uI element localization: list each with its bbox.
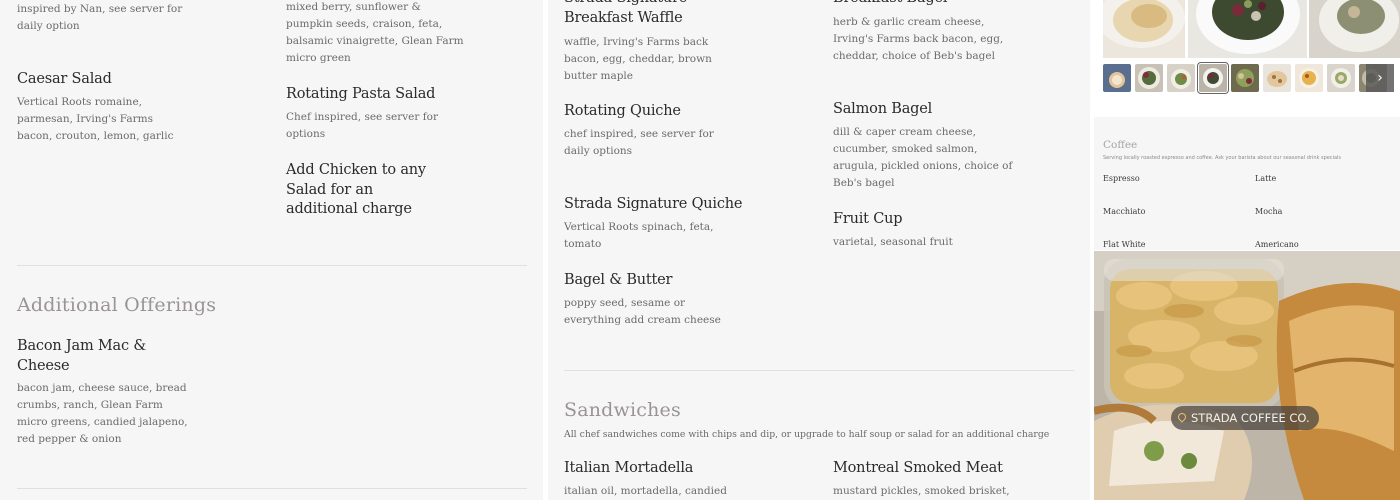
menu-panel-breakfast: Strada Signature Breakfast Waffle waffle… [548, 0, 1090, 500]
photo-gallery: › [1094, 0, 1400, 117]
section-divider [17, 488, 527, 489]
item-title-rotating-pasta-salad: Rotating Pasta Salad [286, 86, 436, 102]
item-desc-bacon-jam-mac: bacon jam, cheese sauce, bread crumbs, r… [17, 382, 188, 445]
gallery-thumb-8[interactable] [1327, 64, 1355, 92]
location-badge-label: STRADA COFFEE CO. [1191, 411, 1310, 425]
item-title-caesar-salad: Caesar Salad [17, 71, 112, 87]
gallery-thumb-6[interactable] [1263, 64, 1291, 92]
item-title-italian-mortadella: Italian Mortadella [564, 460, 694, 476]
chevron-right-icon[interactable]: › [1366, 64, 1394, 92]
gallery-thumb-1[interactable] [1103, 64, 1131, 92]
coffee-item: Mocha [1255, 207, 1283, 216]
coffee-item: Americano [1255, 240, 1299, 249]
item-title-signature-waffle: Strada Signature Breakfast Waffle [564, 0, 687, 26]
section-note-sandwiches: All chef sandwiches come with chips and … [564, 429, 1050, 440]
section-title-sandwiches: Sandwiches [564, 399, 681, 421]
item-title-fruit-cup: Fruit Cup [833, 211, 903, 227]
item-title-montreal-smoked-meat: Montreal Smoked Meat [833, 460, 1003, 476]
gallery-thumb-7[interactable] [1295, 64, 1323, 92]
coffee-item: Macchiato [1103, 207, 1146, 216]
item-desc-breakfast-bagel: herb & garlic cream cheese, Irving's Far… [833, 16, 1004, 62]
gallery-thumb-2[interactable] [1135, 64, 1163, 92]
section-title-additional-offerings: Additional Offerings [17, 294, 217, 316]
section-divider [17, 265, 527, 266]
item-title-signature-quiche: Strada Signature Quiche [564, 196, 743, 212]
section-divider [564, 370, 1074, 371]
item-title-add-chicken: Add Chicken to any Salad for an addition… [286, 162, 426, 217]
coffee-menu-card: Coffee Serving locally roasted espresso … [1094, 117, 1400, 250]
gallery-thumb-5[interactable] [1231, 64, 1259, 92]
salad-1-desc: inspired by Nan, see server for daily op… [17, 3, 183, 32]
item-title-breakfast-bagel: Breakfast Bagel [833, 0, 1013, 9]
coffee-item: Flat White [1103, 240, 1146, 249]
gallery-image-salad[interactable] [1188, 0, 1307, 58]
map-pin-icon [1176, 411, 1188, 423]
cafe-food-photo[interactable]: STRADA COFFEE CO. [1094, 251, 1400, 500]
gallery-image-dish[interactable] [1309, 0, 1400, 58]
food-photo-illustration [1094, 251, 1400, 500]
salad-2-desc: mixed berry, sunflower & pumpkin seeds, … [286, 1, 464, 64]
location-badge[interactable]: STRADA COFFEE CO. [1171, 406, 1319, 430]
coffee-title: Coffee [1103, 139, 1138, 151]
menu-panel-salads: inspired by Nan, see server for daily op… [0, 0, 543, 500]
gallery-image-toast[interactable] [1103, 0, 1185, 58]
item-desc-caesar-salad: Vertical Roots romaine, parmesan, Irving… [17, 96, 174, 142]
item-desc-salmon-bagel: dill & caper cream cheese, cucumber, smo… [833, 126, 1013, 189]
item-desc-signature-quiche: Vertical Roots spinach, feta, tomato [564, 221, 714, 250]
item-title-bagel-butter: Bagel & Butter [564, 272, 673, 288]
item-title-bacon-jam-mac: Bacon Jam Mac & Cheese [17, 338, 147, 374]
item-desc-montreal-smoked-meat: mustard pickles, smoked brisket, [833, 485, 1010, 497]
item-desc-italian-mortadella: italian oil, mortadella, candied [564, 485, 727, 497]
coffee-item: Latte [1255, 174, 1277, 183]
item-title-rotating-quiche: Rotating Quiche [564, 103, 681, 119]
gallery-thumb-3[interactable] [1167, 64, 1195, 92]
item-desc-rotating-quiche: chef inspired, see server for daily opti… [564, 128, 714, 157]
item-title-salmon-bagel: Salmon Bagel [833, 101, 933, 117]
item-desc-signature-waffle: waffle, Irving's Farms back bacon, egg, … [564, 36, 712, 82]
gallery-thumb-4[interactable] [1197, 62, 1229, 94]
coffee-note: Serving locally roasted espresso and cof… [1103, 155, 1342, 161]
item-desc-fruit-cup: varietal, seasonal fruit [833, 236, 953, 248]
coffee-item: Espresso [1103, 174, 1140, 183]
item-desc-bagel-butter: poppy seed, sesame or everything add cre… [564, 297, 721, 326]
item-desc-rotating-pasta-salad: Chef inspired, see server for options [286, 111, 438, 140]
